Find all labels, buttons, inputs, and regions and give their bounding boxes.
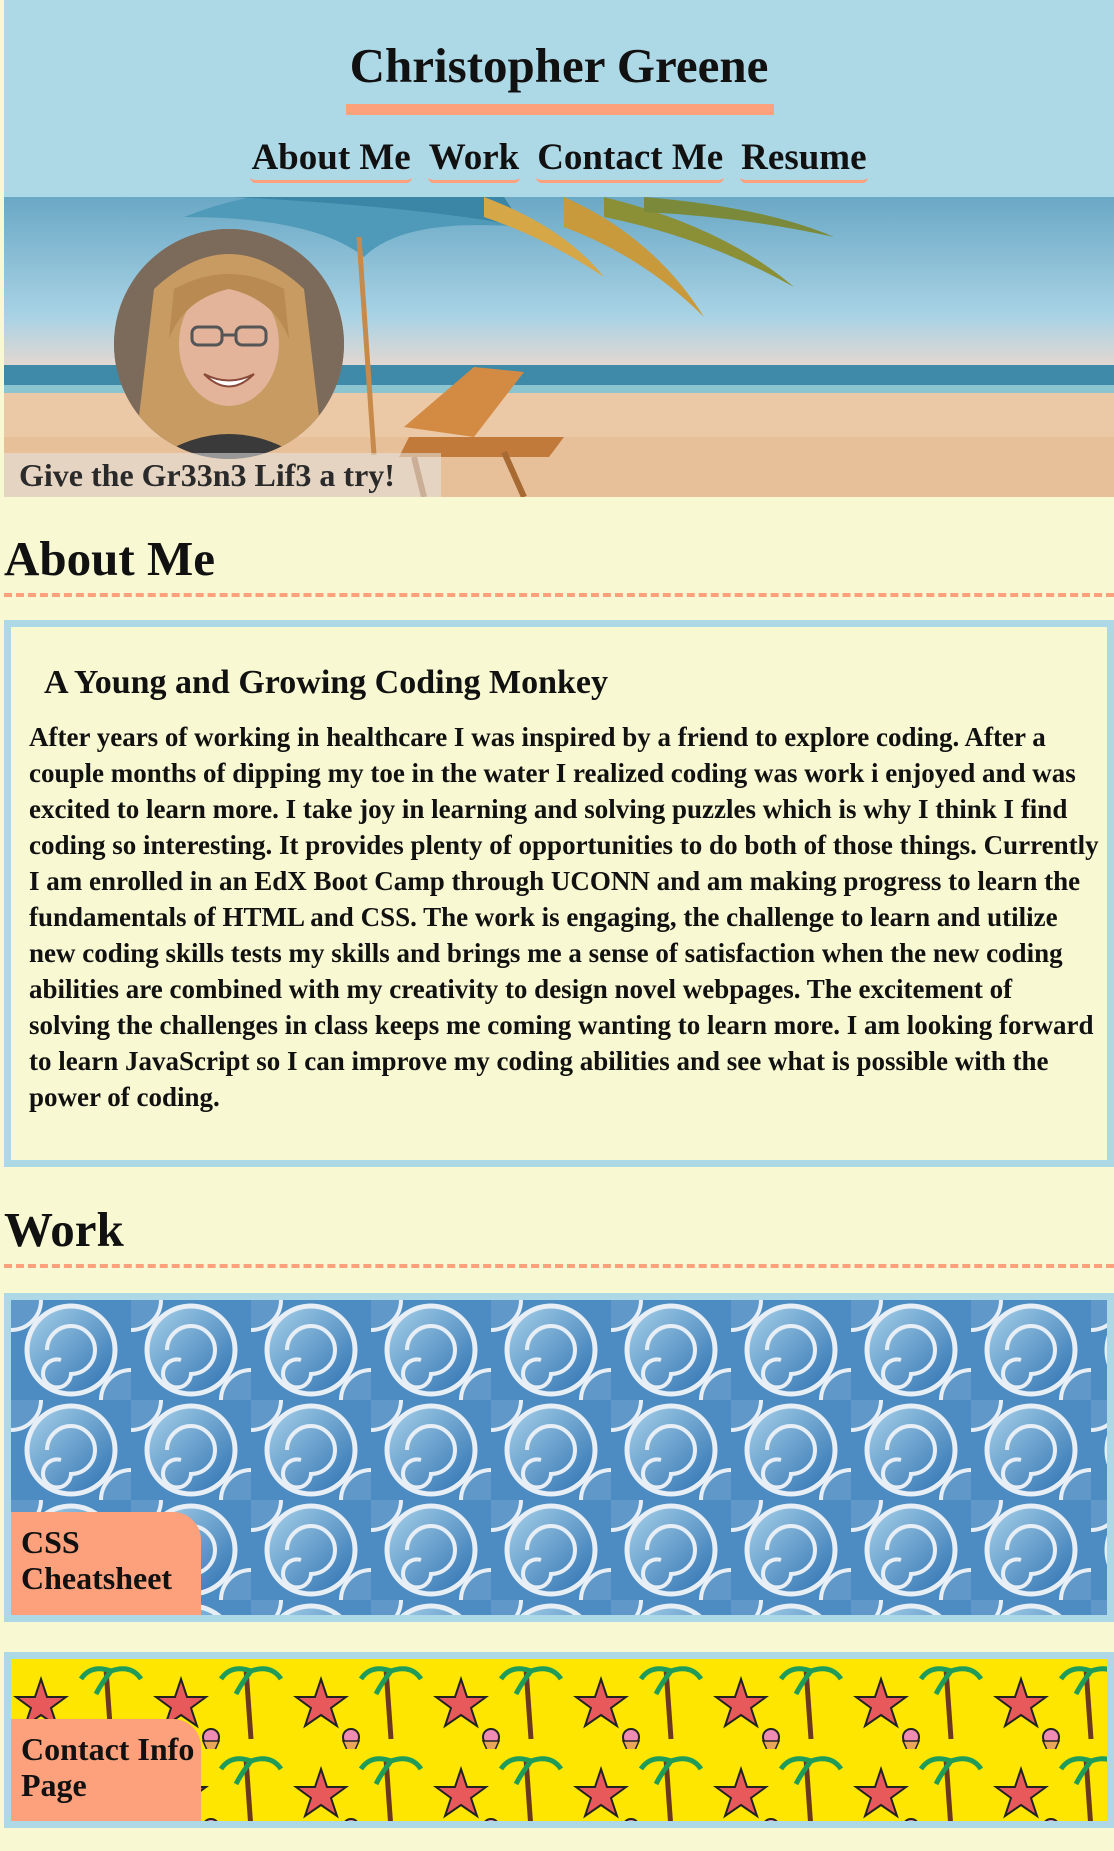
main-nav: About Me Work Contact Me Resume xyxy=(4,137,1114,183)
about-card: A Young and Growing Coding Monkey After … xyxy=(4,620,1114,1167)
profile-photo xyxy=(114,229,344,459)
work-card-css-cheatsheet[interactable]: CSS Cheatsheet xyxy=(4,1293,1114,1622)
work-heading: Work xyxy=(4,1202,1114,1268)
about-heading: About Me xyxy=(4,531,1114,597)
work-card-contact-info-page[interactable]: Contact Info Page xyxy=(4,1652,1114,1828)
about-paragraph: After years of working in healthcare I w… xyxy=(29,722,1099,1112)
hero-tagline: Give the Gr33n3 Lif3 a try! xyxy=(4,453,441,497)
avatar xyxy=(114,229,344,459)
nav-work[interactable]: Work xyxy=(427,137,521,183)
hero-banner: Give the Gr33n3 Lif3 a try! xyxy=(4,197,1114,497)
card-label-contact-info-page[interactable]: Contact Info Page xyxy=(11,1719,201,1821)
about-subtitle: A Young and Growing Coding Monkey xyxy=(44,664,608,701)
nav-about-me[interactable]: About Me xyxy=(250,137,412,183)
site-title: Christopher Greene xyxy=(349,38,769,93)
site-header: Christopher Greene About Me Work Contact… xyxy=(4,0,1114,197)
nav-contact-me[interactable]: Contact Me xyxy=(536,137,725,183)
card-label-css-cheatsheet[interactable]: CSS Cheatsheet xyxy=(11,1512,201,1615)
title-underline xyxy=(346,104,774,115)
nav-resume[interactable]: Resume xyxy=(740,137,868,183)
